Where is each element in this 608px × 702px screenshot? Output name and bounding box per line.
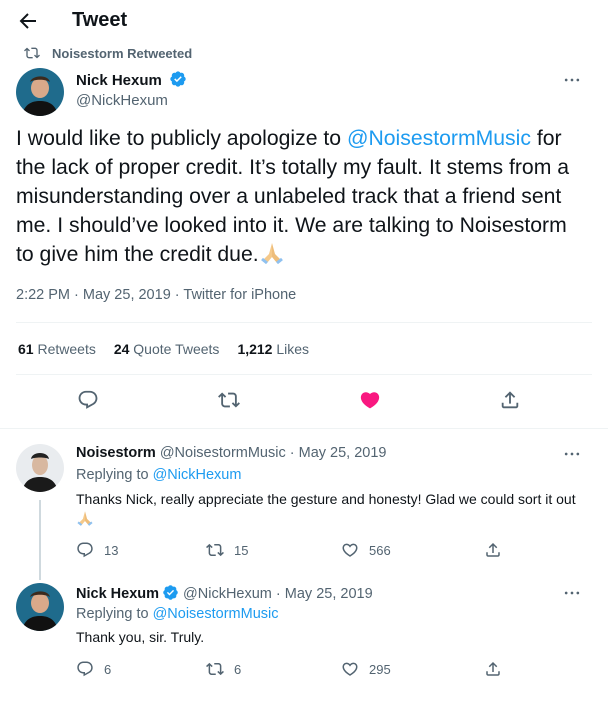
retweet-count: 15 bbox=[234, 542, 249, 558]
share-icon[interactable] bbox=[484, 541, 502, 559]
retweets-stat[interactable]: 61 Retweets bbox=[18, 341, 96, 357]
retweet-icon[interactable] bbox=[218, 389, 240, 411]
reply-date[interactable]: May 25, 2019 bbox=[299, 445, 387, 461]
retweets-count: 61 bbox=[18, 341, 34, 357]
reply-author-name[interactable]: Nick Hexum bbox=[76, 586, 159, 602]
tweet-source[interactable]: Twitter for iPhone bbox=[183, 287, 296, 303]
replying-to: Replying to @NoisestormMusic bbox=[76, 606, 278, 622]
replying-to-prefix: Replying to bbox=[76, 467, 153, 483]
more-icon[interactable] bbox=[562, 583, 582, 603]
more-icon[interactable] bbox=[562, 70, 582, 90]
reply-count: 6 bbox=[104, 661, 112, 677]
retweet-icon bbox=[24, 47, 40, 59]
quotes-stat[interactable]: 24 Quote Tweets bbox=[114, 341, 220, 357]
divider bbox=[0, 428, 608, 429]
reply-text-content: Thanks Nick, really appreciate the gestu… bbox=[76, 491, 576, 507]
retweet-icon bbox=[206, 662, 224, 676]
tweet-date[interactable]: May 25, 2019 bbox=[83, 287, 171, 303]
like-icon[interactable] bbox=[359, 389, 381, 411]
reply-icon bbox=[77, 661, 93, 677]
tweet-stats: 61 Retweets 24 Quote Tweets 1,212 Likes bbox=[18, 341, 309, 357]
avatar[interactable] bbox=[16, 68, 64, 116]
tweet-meta: 2:22 PM · May 25, 2019 · Twitter for iPh… bbox=[16, 287, 296, 303]
reply-action[interactable]: 13 bbox=[76, 541, 118, 559]
pray-emoji-icon bbox=[260, 243, 283, 264]
author-line: Nick Hexum bbox=[76, 70, 187, 90]
header-bar: Tweet bbox=[0, 0, 608, 42]
share-icon[interactable] bbox=[499, 389, 521, 411]
avatar-photo bbox=[16, 444, 64, 492]
likes-stat[interactable]: 1,212 Likes bbox=[237, 341, 309, 357]
reply-header: Nick Hexum @NickHexum · May 25, 2019 bbox=[76, 584, 373, 602]
reply-text: Thanks Nick, really appreciate the gestu… bbox=[76, 490, 586, 528]
reply-count: 13 bbox=[104, 542, 119, 558]
tweet-text: I would like to publicly apologize to @N… bbox=[16, 124, 590, 269]
retweet-icon bbox=[206, 543, 224, 557]
replying-to-link[interactable]: @NoisestormMusic bbox=[153, 606, 279, 622]
likes-label: Likes bbox=[276, 341, 310, 357]
avatar-photo bbox=[16, 583, 64, 631]
verified-badge-icon bbox=[163, 585, 178, 600]
replying-to: Replying to @NickHexum bbox=[76, 467, 241, 483]
avatar[interactable] bbox=[16, 583, 64, 631]
divider bbox=[16, 322, 592, 323]
thread-connector bbox=[39, 500, 41, 580]
like-action[interactable]: 295 bbox=[341, 660, 391, 678]
like-icon bbox=[342, 662, 358, 676]
reply-author-handle[interactable]: @NickHexum bbox=[183, 586, 272, 602]
retweets-label: Retweets bbox=[37, 341, 96, 357]
author-handle[interactable]: @NickHexum bbox=[76, 92, 168, 109]
quotes-label: Quote Tweets bbox=[133, 341, 220, 357]
retweet-context-label: Noisestorm Retweeted bbox=[52, 45, 193, 61]
mention-link[interactable]: @NoisestormMusic bbox=[347, 127, 531, 150]
verified-badge-icon bbox=[170, 71, 187, 87]
tweet-time[interactable]: 2:22 PM bbox=[16, 287, 70, 303]
replying-to-prefix: Replying to bbox=[76, 606, 153, 622]
divider bbox=[16, 374, 592, 375]
reply-author-name[interactable]: Noisestorm bbox=[76, 445, 156, 461]
reply-header: Noisestorm @NoisestormMusic · May 25, 20… bbox=[76, 445, 386, 461]
separator: · bbox=[170, 287, 184, 303]
likes-count: 1,212 bbox=[237, 341, 273, 357]
more-icon[interactable] bbox=[562, 444, 582, 464]
like-count: 295 bbox=[369, 661, 391, 677]
tweet-text-start: I would like to publicly apologize to bbox=[16, 127, 347, 150]
separator: · bbox=[285, 445, 299, 461]
retweet-action[interactable]: 15 bbox=[206, 541, 248, 559]
like-action[interactable]: 566 bbox=[341, 541, 391, 559]
reply-icon[interactable] bbox=[77, 389, 99, 411]
retweet-action[interactable]: 6 bbox=[206, 660, 241, 678]
separator: · bbox=[70, 287, 83, 303]
page-title: Tweet bbox=[72, 9, 128, 31]
like-icon bbox=[342, 543, 358, 557]
retweet-context[interactable]: Noisestorm Retweeted bbox=[24, 44, 192, 62]
avatar-photo bbox=[16, 68, 64, 116]
pray-emoji-icon bbox=[77, 511, 93, 526]
retweet-count: 6 bbox=[234, 661, 242, 677]
share-icon[interactable] bbox=[484, 660, 502, 678]
separator: · bbox=[271, 586, 285, 602]
reply-date[interactable]: May 25, 2019 bbox=[285, 586, 373, 602]
avatar[interactable] bbox=[16, 444, 64, 492]
reply-icon bbox=[77, 542, 93, 558]
replying-to-link[interactable]: @NickHexum bbox=[153, 467, 242, 483]
author-name[interactable]: Nick Hexum bbox=[76, 72, 162, 89]
back-arrow-icon[interactable] bbox=[16, 9, 40, 33]
quotes-count: 24 bbox=[113, 341, 130, 357]
reply-author-handle[interactable]: @NoisestormMusic bbox=[160, 445, 286, 461]
reply-text: Thank you, sir. Truly. bbox=[76, 629, 205, 645]
like-count: 566 bbox=[369, 542, 391, 558]
reply-action[interactable]: 6 bbox=[76, 660, 111, 678]
